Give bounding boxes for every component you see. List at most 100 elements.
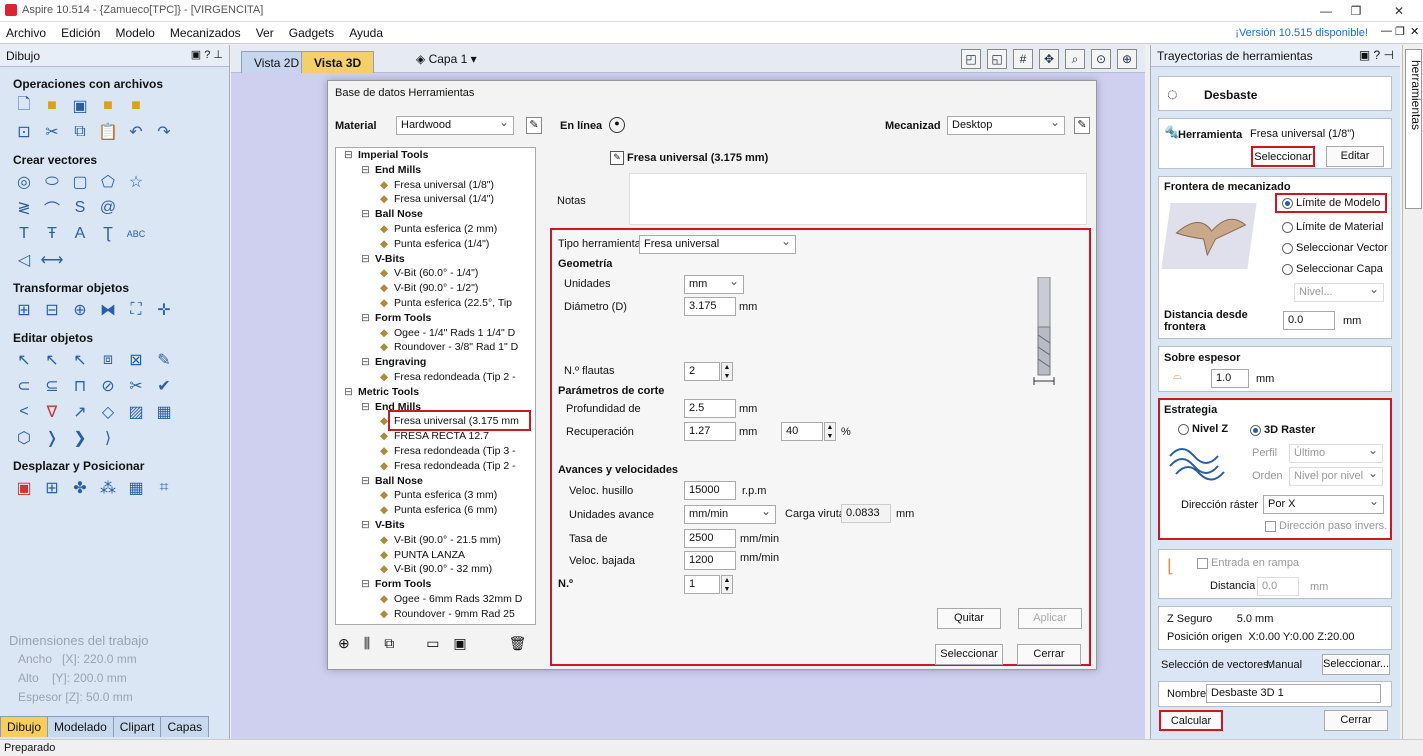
- scale-icon[interactable]: ⛶: [125, 299, 147, 321]
- job-setup-icon[interactable]: ⊡: [13, 121, 35, 143]
- abc-text-icon[interactable]: ABC: [125, 223, 147, 245]
- tab-dibujo[interactable]: Dibujo: [0, 716, 49, 737]
- tree-expand-icon[interactable]: ⊟: [361, 208, 370, 220]
- radio-model-limit[interactable]: Límite de Modelo: [1275, 193, 1388, 213]
- text-frame-icon[interactable]: Ŧ: [41, 223, 63, 245]
- intersect-icon[interactable]: ⊓: [69, 375, 91, 397]
- circle-icon[interactable]: ◎: [13, 171, 35, 193]
- tree-tool[interactable]: Ogee - 6mm Rads 32mm D: [394, 593, 522, 605]
- tool-number-spinner[interactable]: ▲ ▼: [721, 575, 733, 594]
- tree-tool[interactable]: V-Bit (90.0° - 21.5 mm): [394, 534, 501, 546]
- new-file-icon[interactable]: 🗋: [13, 95, 35, 117]
- tree-tool[interactable]: V-Bit (60.0° - 1/4"): [394, 267, 478, 279]
- copy-tool-icon[interactable]: ⧉: [384, 635, 394, 652]
- tree-group[interactable]: Metric Tools: [358, 386, 419, 398]
- notes-field[interactable]: [629, 173, 1087, 225]
- dog-bone-icon[interactable]: ⌗: [153, 477, 175, 499]
- ellipse-icon[interactable]: ⬭: [41, 171, 63, 193]
- pen-icon[interactable]: ✎: [153, 349, 175, 371]
- cut-icon[interactable]: ✂: [41, 121, 63, 143]
- minimize-button[interactable]: —: [1311, 2, 1341, 20]
- import-folder-icon[interactable]: ■: [97, 95, 119, 117]
- select-all-icon[interactable]: ▣: [13, 477, 35, 499]
- tree-group[interactable]: Form Tools: [375, 312, 431, 324]
- star-icon[interactable]: ☆: [125, 171, 147, 193]
- close-vector-icon[interactable]: ❭: [41, 427, 63, 449]
- delete-icon[interactable]: 🗑: [509, 635, 527, 652]
- transform-arrow-icon[interactable]: ↖: [69, 349, 91, 371]
- tree-group[interactable]: Ball Nose: [375, 208, 423, 220]
- tree-tool[interactable]: Punta esferica (6 mm): [394, 504, 497, 516]
- tree-tool[interactable]: V-Bit (90.0° - 1/2"): [394, 282, 478, 294]
- radio-level-z[interactable]: Nivel Z: [1178, 423, 1228, 435]
- tool-edit-button[interactable]: Editar: [1326, 146, 1384, 167]
- tree-tool[interactable]: Ogee - 1/4" Rads 1 1/4" D: [394, 327, 515, 339]
- tree-expand-icon[interactable]: ⊟: [344, 149, 353, 161]
- tree-tool[interactable]: Punta esferica (1/4"): [394, 238, 489, 250]
- tree-expand-icon[interactable]: ⊟: [361, 401, 370, 413]
- remove-button[interactable]: Quitar: [937, 608, 1001, 629]
- tab-clipart[interactable]: Clipart: [112, 716, 162, 737]
- bitmap-icon[interactable]: ▦: [153, 401, 175, 423]
- reverse-step-checkbox[interactable]: Dirección paso invers.: [1265, 520, 1387, 532]
- tool-select-button[interactable]: Seleccionar: [1251, 146, 1315, 167]
- tree-expand-icon[interactable]: ⊟: [361, 578, 370, 590]
- tree-expand-icon[interactable]: ⊟: [344, 386, 353, 398]
- circular-array-icon[interactable]: ✤: [69, 477, 91, 499]
- feed-rate-input[interactable]: 2500: [684, 529, 736, 548]
- tree-tool[interactable]: Fresa universal (1/8"): [394, 179, 494, 191]
- import-icon[interactable]: ▭: [426, 635, 439, 652]
- node-edit-icon[interactable]: ↖: [41, 349, 63, 371]
- tree-expand-icon[interactable]: ⊟: [361, 475, 370, 487]
- edit-tool-name-icon[interactable]: ✎: [610, 151, 624, 165]
- tool-tree[interactable]: Imperial Tools ⊟ End Mills ⊟ Fresa universal…: [335, 147, 536, 625]
- trend-icon[interactable]: ↗: [69, 401, 91, 423]
- array-copy-icon[interactable]: ⊞: [41, 477, 63, 499]
- layer-selector[interactable]: ◈ Capa 1 ▾: [416, 52, 477, 66]
- dialog-select-button[interactable]: Seleccionar: [935, 644, 1003, 665]
- raster-direction-select[interactable]: Por X: [1263, 494, 1384, 514]
- stepover-spinner[interactable]: ▲ ▼: [824, 422, 836, 441]
- calculate-button[interactable]: Calcular: [1159, 710, 1223, 731]
- mirror-icon[interactable]: ⧓: [97, 299, 119, 321]
- fillet-icon[interactable]: ✔: [153, 375, 175, 397]
- flutes-input[interactable]: 2: [684, 362, 720, 381]
- text-icon[interactable]: T: [13, 223, 35, 245]
- radio-select-layer[interactable]: Seleccionar Capa: [1282, 263, 1383, 275]
- edit-machine-icon[interactable]: ✎: [1074, 117, 1090, 134]
- vector-select-button[interactable]: Seleccionar...: [1322, 654, 1390, 675]
- tree-expand-icon[interactable]: ⊟: [361, 164, 370, 176]
- zoom-box-icon[interactable]: ⌕: [1065, 49, 1085, 69]
- add-group-icon[interactable]: ⫼: [364, 635, 370, 652]
- user-icon[interactable]: ●: [609, 117, 625, 133]
- pan-icon[interactable]: ✥: [1039, 49, 1059, 69]
- subtract-icon[interactable]: ⊆: [41, 375, 63, 397]
- mdi-minimize-icon[interactable]: —: [1381, 25, 1392, 37]
- mdi-close-icon[interactable]: ✕: [1410, 25, 1419, 38]
- image-edit-icon[interactable]: ▨: [125, 401, 147, 423]
- copy-icon[interactable]: ⧉: [69, 121, 91, 143]
- panel-controls-icon[interactable]: ▣ ? ⊣: [1359, 48, 1394, 62]
- export-folder-icon[interactable]: ■: [125, 95, 147, 117]
- radio-material-limit[interactable]: Límite de Material: [1282, 221, 1383, 233]
- tree-expand-icon[interactable]: ⊟: [361, 356, 370, 368]
- weld-icon[interactable]: ⊂: [13, 375, 35, 397]
- ungroup-icon[interactable]: ⊠: [125, 349, 147, 371]
- material-select[interactable]: Hardwood: [396, 115, 514, 135]
- menu-ayuda[interactable]: Ayuda: [343, 22, 389, 44]
- tree-tool[interactable]: Fresa redondeada (Tip 3 -: [394, 445, 516, 457]
- group-icon[interactable]: ⧈: [97, 349, 119, 371]
- boundary-distance-input[interactable]: 0.0: [1283, 311, 1335, 330]
- tree-expand-icon[interactable]: ⊟: [361, 253, 370, 265]
- mdi-restore-icon[interactable]: ❐: [1395, 25, 1405, 38]
- grid-array-icon[interactable]: ▦: [125, 477, 147, 499]
- undo-icon[interactable]: ↶: [125, 121, 147, 143]
- offset-icon[interactable]: ⊘: [97, 375, 119, 397]
- menu-modelo[interactable]: Modelo: [110, 22, 161, 44]
- zoom-icon[interactable]: ⊕: [1117, 49, 1137, 69]
- center-icon[interactable]: ⊕: [69, 299, 91, 321]
- apply-button[interactable]: Aplicar: [1018, 608, 1082, 629]
- menu-archivo[interactable]: Archivo: [0, 22, 52, 44]
- angle-icon[interactable]: <: [13, 401, 35, 423]
- tree-tool[interactable]: FRESA RECTA 12.7: [394, 430, 489, 442]
